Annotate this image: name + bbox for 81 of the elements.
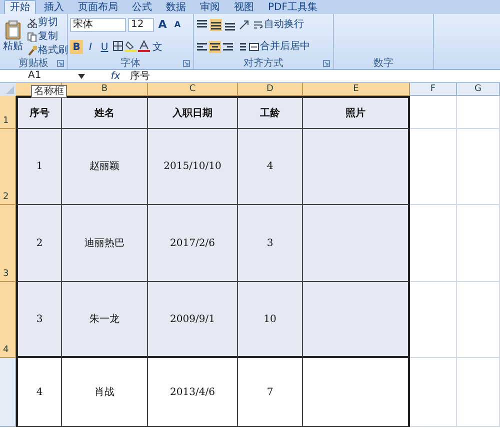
table-cell: 姓名: [62, 96, 148, 129]
table-cell: 10: [238, 282, 303, 358]
merge-center-button[interactable]: 合并后居中: [248, 40, 311, 54]
group-label: 字体: [120, 58, 140, 69]
row-header[interactable]: 4: [0, 282, 16, 358]
row-header[interactable]: 3: [0, 205, 16, 282]
table-cell: 序号: [16, 96, 62, 129]
align-right-icon[interactable]: [222, 41, 234, 53]
ribbon-tab[interactable]: PDF工具集: [262, 0, 324, 14]
table-cell: 2009/9/1: [148, 282, 238, 358]
group-label: 数字: [374, 58, 394, 69]
merge-icon: [249, 42, 259, 52]
ribbon-tab[interactable]: 公式: [126, 0, 158, 14]
table-cell: [410, 358, 457, 427]
ribbon-button[interactable]: 格式刷: [26, 44, 69, 58]
ribbon-tab[interactable]: 插入: [38, 0, 70, 14]
wrap-icon: [253, 20, 263, 30]
launcher-icon[interactable]: [183, 60, 190, 67]
table-cell: 1: [16, 129, 62, 205]
table-cell: 2015/10/10: [148, 129, 238, 205]
brush-icon: [27, 46, 37, 56]
column-header[interactable]: E: [303, 83, 410, 96]
table-cell: 3: [238, 205, 303, 282]
table-cell: 朱一龙: [62, 282, 148, 358]
ribbon-button[interactable]: 剪切: [26, 16, 69, 30]
copy-icon: [27, 32, 37, 42]
borders-icon[interactable]: [112, 40, 124, 52]
fill-color-icon[interactable]: [125, 40, 137, 52]
ribbon-tab[interactable]: 页面布局: [72, 0, 124, 14]
ribbon-tab[interactable]: 视图: [228, 0, 260, 14]
table-cell: 赵丽颖: [62, 129, 148, 205]
ribbon-tab[interactable]: 开始: [4, 0, 36, 14]
orientation-icon[interactable]: [238, 19, 250, 31]
align-center-icon[interactable]: [209, 41, 221, 53]
launcher-icon[interactable]: [57, 60, 64, 67]
table-cell: 工龄: [238, 96, 303, 129]
ribbon-button[interactable]: 复制: [26, 30, 69, 44]
table-cell: 4: [238, 129, 303, 205]
table-cell: 照片: [303, 96, 410, 129]
table-cell: [457, 96, 500, 129]
format-button[interactable]: I: [84, 40, 97, 54]
font-name-field[interactable]: 宋体: [70, 18, 126, 32]
group-label: 对齐方式: [244, 58, 284, 69]
table-cell: 迪丽热巴: [62, 205, 148, 282]
ribbon-tab[interactable]: 数据: [160, 0, 192, 14]
paste-button[interactable]: 粘贴: [2, 16, 24, 56]
column-header[interactable]: G: [457, 83, 500, 96]
tooltip: 名称框: [31, 85, 67, 98]
insert-function-button[interactable]: fx: [109, 70, 122, 82]
scissors-icon: [27, 18, 37, 28]
table-cell: 2017/2/6: [148, 205, 238, 282]
font-size-button[interactable]: A: [171, 18, 184, 32]
table-cell: [457, 358, 500, 427]
table-cell: 入职日期: [148, 96, 238, 129]
table-cell: [410, 96, 457, 129]
group-label: 剪贴板: [18, 58, 48, 69]
column-header[interactable]: F: [410, 83, 457, 96]
ribbon-tab[interactable]: 审阅: [194, 0, 226, 14]
phonetic-button[interactable]: 文: [151, 40, 164, 54]
column-header[interactable]: D: [238, 83, 303, 96]
format-button[interactable]: U: [98, 40, 111, 54]
font-size-button[interactable]: A: [156, 18, 169, 32]
column-header[interactable]: C: [148, 83, 238, 96]
align-left-icon[interactable]: [196, 41, 208, 53]
row-header[interactable]: 1: [0, 96, 16, 129]
row-header[interactable]: 2: [0, 129, 16, 205]
font-size-field[interactable]: 12: [128, 18, 154, 32]
dropdown-caret-icon[interactable]: [78, 74, 85, 78]
table-cell: 7: [238, 358, 303, 427]
table-cell: 肖战: [62, 358, 148, 427]
table-cell: 4: [16, 358, 62, 427]
formula-field[interactable]: 序号: [130, 70, 500, 82]
table-cell: 2: [16, 205, 62, 282]
align-middle-icon[interactable]: [210, 19, 222, 31]
launcher-icon[interactable]: [323, 60, 330, 67]
table-cell: 3: [16, 282, 62, 358]
format-button[interactable]: B: [70, 40, 83, 54]
clipboard-icon: [5, 20, 21, 40]
wrap-text-button[interactable]: 自动换行: [252, 18, 305, 32]
font-color-icon[interactable]: [138, 40, 150, 52]
table-cell: 2013/4/6: [148, 358, 238, 427]
